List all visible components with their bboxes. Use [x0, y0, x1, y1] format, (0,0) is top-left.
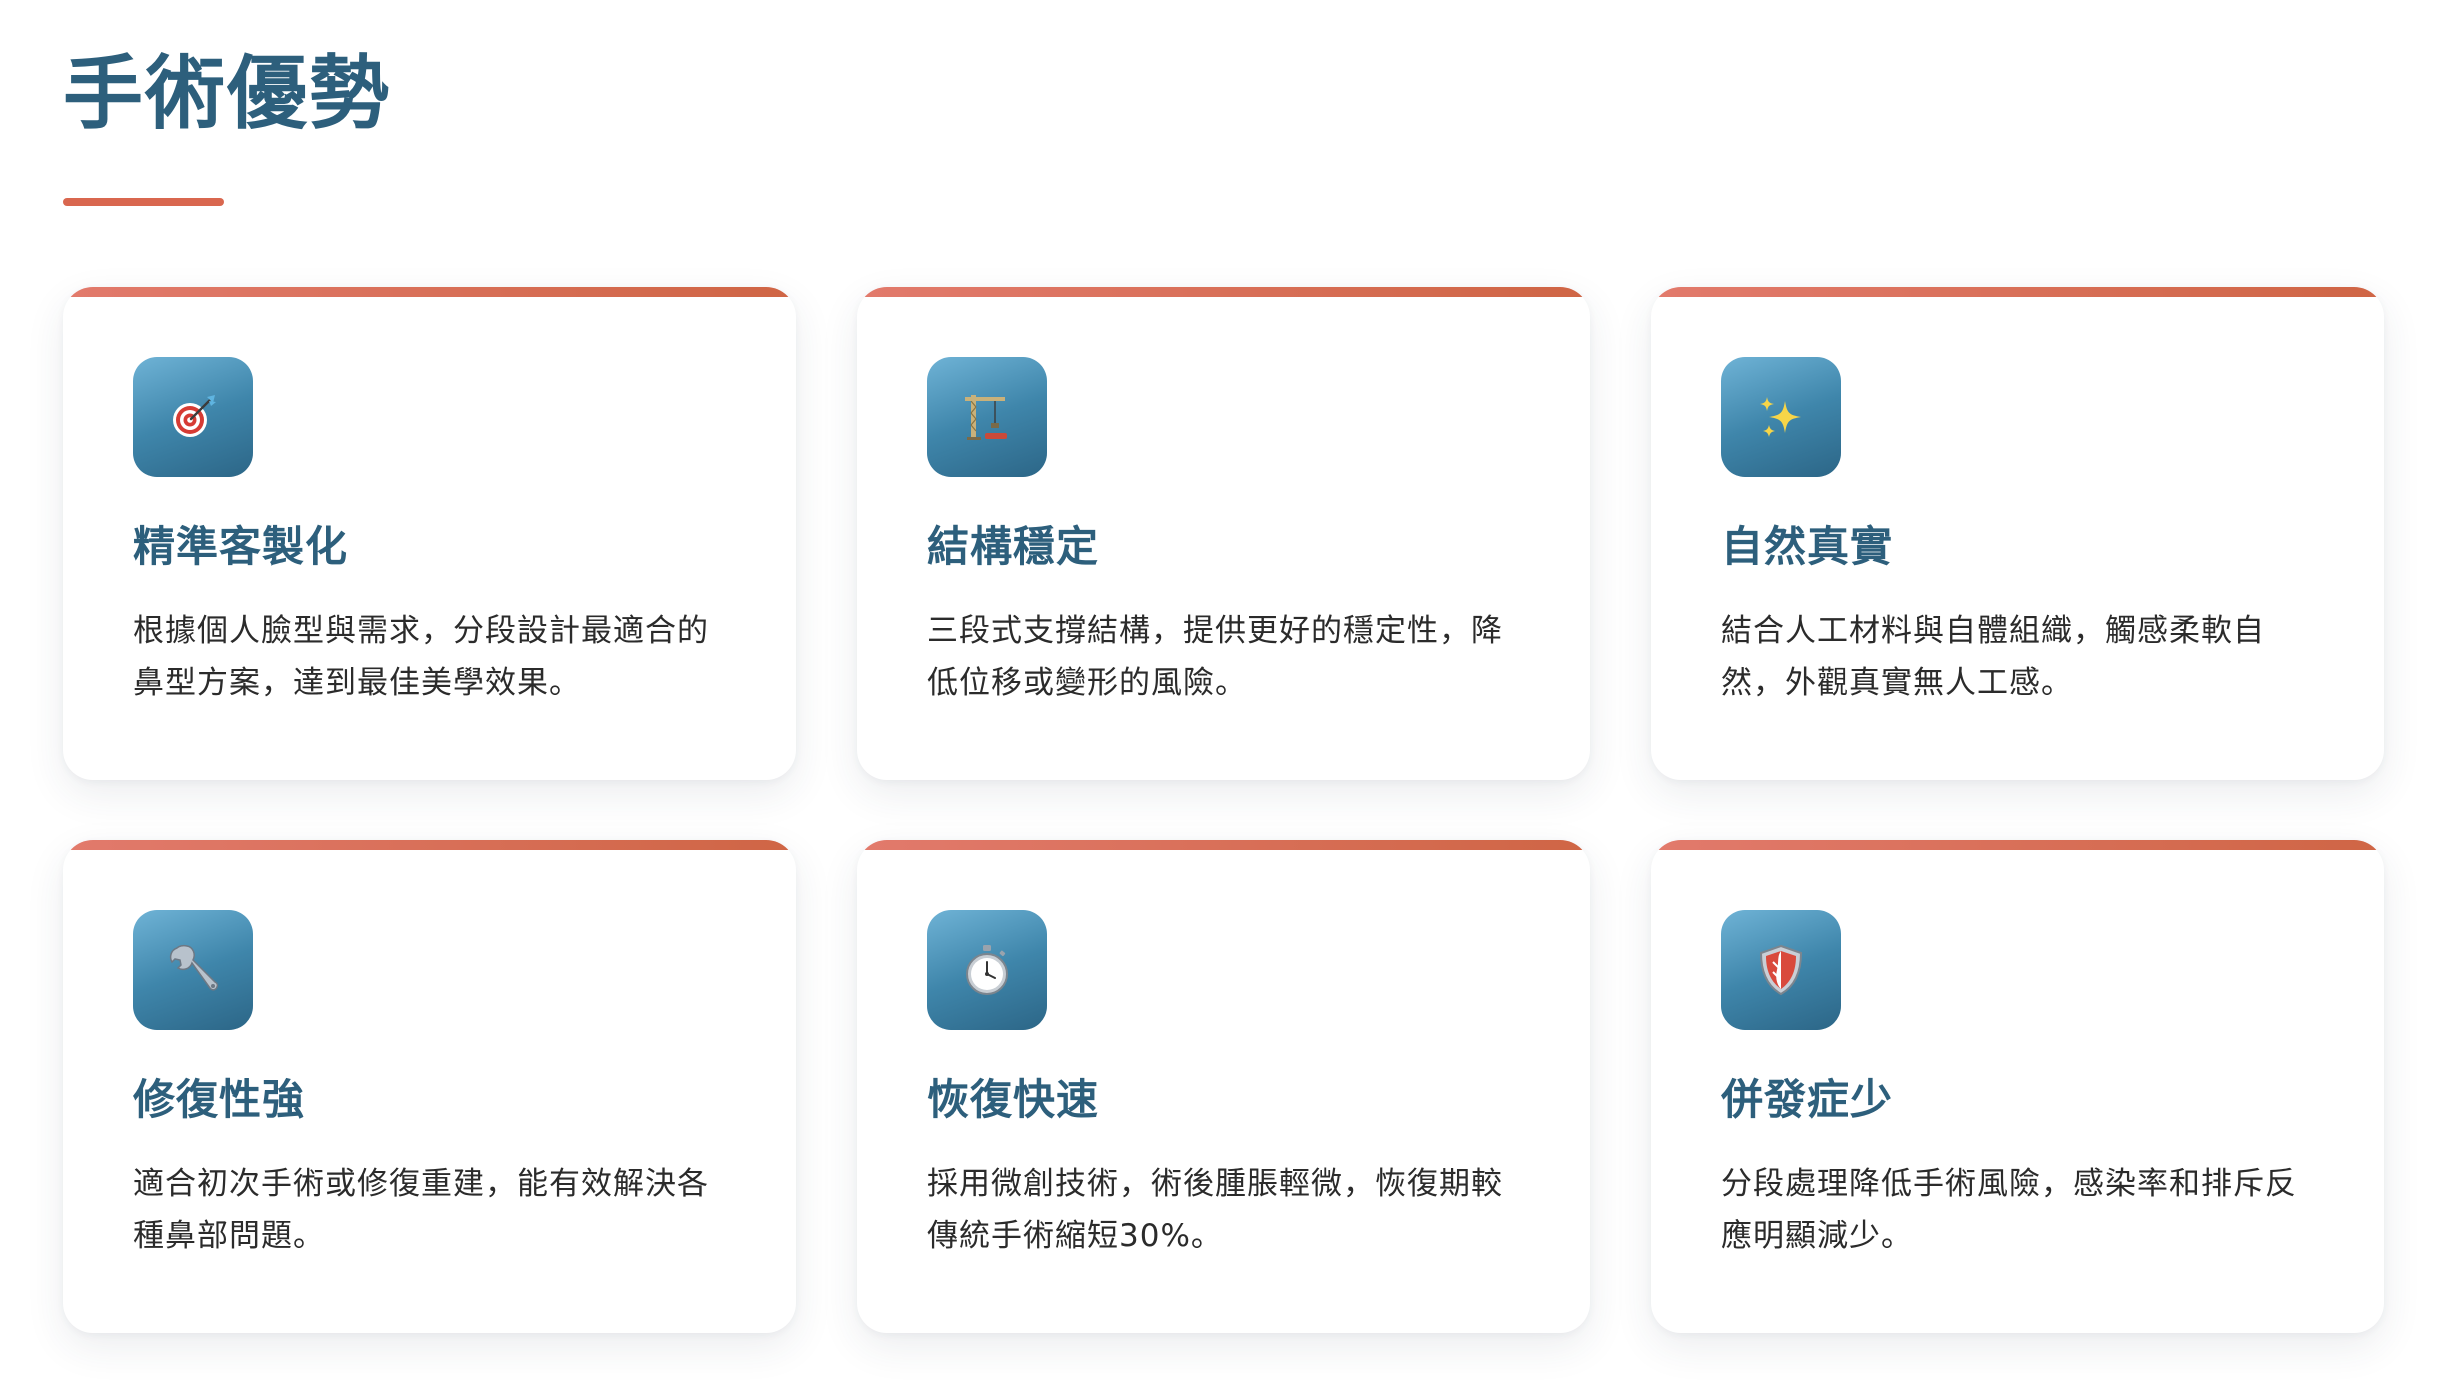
card-accent-bar: [857, 287, 1590, 297]
crane-icon: [965, 395, 1007, 440]
card-title: 恢復快速: [927, 1075, 1100, 1124]
advantage-card-natural: 自然真實 結合人工材料與自體組織，觸感柔軟自然，外觀真實無人工感。: [1651, 287, 2384, 780]
title-underline: [63, 198, 224, 206]
card-accent-bar: [63, 840, 796, 850]
icon-container: [1721, 357, 1841, 477]
section-title: 手術優勢: [63, 47, 391, 140]
card-accent-bar: [63, 287, 796, 297]
icon-container: [133, 357, 253, 477]
card-description: 結合人工材料與自體組織，觸感柔軟自然，外觀真實無人工感。: [1721, 613, 2265, 701]
wrench-icon: [169, 944, 219, 991]
card-description: 分段處理降低手術風險，感染率和排斥反應明顯減少。: [1721, 1166, 2297, 1254]
card-accent-bar: [857, 840, 1590, 850]
icon-container: [927, 910, 1047, 1030]
card-title: 併發症少: [1721, 1075, 1894, 1124]
card-title: 修復性強: [133, 1075, 306, 1124]
shield-icon: [1759, 944, 1803, 996]
card-description: 採用微創技術，術後腫脹輕微，恢復期較傳統手術縮短30%。: [927, 1166, 1503, 1254]
target-icon: [173, 395, 216, 437]
advantage-cards-grid: 精準客製化 根據個人臉型與需求，分段設計最適合的鼻型方案，達到最佳美學效果。 結…: [63, 287, 2385, 1333]
card-title: 結構穩定: [927, 522, 1100, 571]
card-description: 適合初次手術或修復重建，能有效解決各種鼻部問題。: [133, 1166, 709, 1254]
sparkles-icon: [1760, 397, 1801, 437]
advantage-card-recovery: 恢復快速 採用微創技術，術後腫脹輕微，恢復期較傳統手術縮短30%。: [857, 840, 1590, 1333]
card-accent-bar: [1651, 840, 2384, 850]
advantage-card-complications: 併發症少 分段處理降低手術風險，感染率和排斥反應明顯減少。: [1651, 840, 2384, 1333]
icon-container: [1721, 910, 1841, 1030]
card-accent-bar: [1651, 287, 2384, 297]
card-title: 自然真實: [1721, 522, 1894, 571]
card-title: 精準客製化: [133, 522, 349, 571]
card-description: 三段式支撐結構，提供更好的穩定性，降低位移或變形的風險。: [927, 613, 1503, 701]
card-description: 根據個人臉型與需求，分段設計最適合的鼻型方案，達到最佳美學效果。: [133, 613, 709, 701]
icon-container: [133, 910, 253, 1030]
advantage-card-stability: 結構穩定 三段式支撐結構，提供更好的穩定性，降低位移或變形的風險。: [857, 287, 1590, 780]
surgery-advantages-section: 手術優勢 精準客製化 根據個人臉型與需求，分段設計最適合的鼻型方案，達到最佳美學…: [0, 0, 2450, 1382]
advantage-card-repair: 修復性強 適合初次手術或修復重建，能有效解決各種鼻部問題。: [63, 840, 796, 1333]
stopwatch-icon: [966, 945, 1008, 995]
icon-container: [927, 357, 1047, 477]
advantage-card-precision: 精準客製化 根據個人臉型與需求，分段設計最適合的鼻型方案，達到最佳美學效果。: [63, 287, 796, 780]
